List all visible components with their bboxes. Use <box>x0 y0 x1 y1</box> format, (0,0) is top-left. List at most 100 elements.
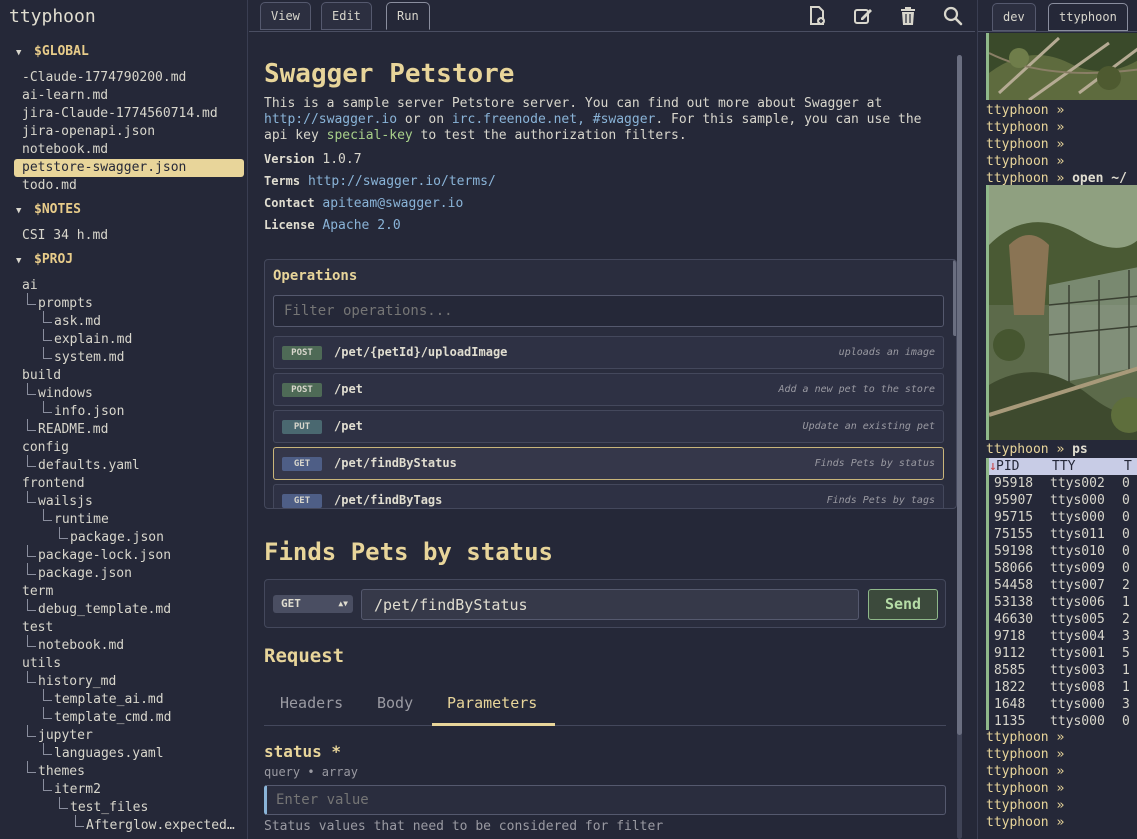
operation-row[interactable]: PUT/pet Update an existing pet <box>273 410 944 443</box>
tree-item[interactable]: package.json <box>38 565 132 583</box>
tab-dev[interactable]: dev <box>992 3 1036 31</box>
main-pane: View Edit Run Swagger Petstore This is a… <box>249 0 975 839</box>
operations-panel: Operations POST/pet/{petId}/uploadImage u… <box>264 259 957 509</box>
param-type: query • array <box>264 765 358 779</box>
terminal-prompt-line: ttyphoon » <box>986 103 1065 118</box>
collapse-triangle-icon[interactable]: ▼ <box>16 43 34 63</box>
tree-connector <box>43 689 52 701</box>
tab-ttyphoon[interactable]: ttyphoon <box>1048 3 1128 31</box>
tree-item[interactable]: package.json <box>70 529 164 547</box>
tree-item[interactable]: notebook.md <box>22 141 108 159</box>
trash-icon[interactable] <box>897 5 919 27</box>
license-row: License Apache 2.0 <box>264 218 401 233</box>
tab-run[interactable]: Run <box>386 2 430 30</box>
tree-item[interactable]: info.json <box>54 403 124 421</box>
operation-path: /pet/{petId}/uploadImage <box>334 345 508 359</box>
irc-link[interactable]: irc.freenode.net, #swagger <box>452 112 656 127</box>
request-tabs: Headers Body Parameters <box>264 688 946 726</box>
tree-connector <box>43 347 52 359</box>
tree-connector <box>43 743 52 755</box>
tree-item[interactable]: CSI 34 h.md <box>22 227 108 245</box>
terminal-prompt-line: ttyphoon » <box>986 730 1065 745</box>
terminal-prompt-line: ttyphoon » ps <box>986 442 1088 457</box>
filter-operations-input[interactable] <box>273 295 944 327</box>
tree-item[interactable]: ask.md <box>54 313 101 331</box>
method-badge: GET <box>282 494 322 508</box>
tree-item[interactable]: template_ai.md <box>54 691 164 709</box>
terminal-image-forest-top <box>986 33 1137 100</box>
tree-connector <box>43 779 52 791</box>
method-select[interactable]: GET ▲▼ <box>273 595 353 613</box>
terminal-prompt-line: ttyphoon » <box>986 798 1065 813</box>
tree-connector <box>75 815 84 827</box>
tree-item[interactable]: Afterglow.expected… <box>86 817 235 835</box>
tree-connector <box>43 509 52 521</box>
tree-connector <box>27 563 36 575</box>
tree-item[interactable]: package-lock.json <box>38 547 171 565</box>
swagger-view: Swagger Petstore This is a sample server… <box>249 33 965 839</box>
tree-item[interactable]: -Claude-1774790200.md <box>22 69 186 87</box>
tree-item[interactable]: jira-Claude-1774560714.md <box>22 105 218 123</box>
request-bar: GET▲▼ Send <box>264 579 946 628</box>
terminal-tabs: dev ttyphoon <box>978 0 1137 32</box>
method-badge: POST <box>282 383 322 397</box>
terminal-image-aviary <box>986 185 1137 440</box>
tree-item[interactable]: jira-openapi.json <box>22 123 155 141</box>
contact-row: Contact apiteam@swagger.io <box>264 196 464 211</box>
terms-link[interactable]: http://swagger.io/terms/ <box>308 174 496 189</box>
operation-summary: uploads an image <box>838 347 935 358</box>
tree-item[interactable]: languages.yaml <box>54 745 164 763</box>
new-file-icon[interactable] <box>806 5 828 27</box>
operation-summary: Update an existing pet <box>802 421 935 432</box>
operation-path: /pet <box>334 382 363 396</box>
tab-edit[interactable]: Edit <box>321 2 372 30</box>
section-proj[interactable]: ▼ $PROJ <box>16 250 73 270</box>
operation-row[interactable]: GET/pet/findByTags Finds Pets by tags <box>273 484 944 508</box>
request-title: Request <box>264 645 345 667</box>
tab-headers[interactable]: Headers <box>280 694 343 712</box>
operation-row[interactable]: GET/pet/findByStatus Finds Pets by status <box>273 447 944 480</box>
tree-item[interactable]: notebook.md <box>38 637 124 655</box>
param-value-input[interactable] <box>264 785 946 815</box>
app-title: ttyphoon <box>9 6 96 27</box>
tree-item[interactable]: explain.md <box>54 331 132 349</box>
url-input[interactable] <box>361 589 859 620</box>
tree-connector <box>43 401 52 413</box>
tree-item[interactable]: todo.md <box>22 177 77 195</box>
tab-parameters[interactable]: Parameters <box>447 694 537 712</box>
section-global[interactable]: ▼ $GLOBAL <box>16 42 89 62</box>
tab-view[interactable]: View <box>260 2 311 30</box>
collapse-triangle-icon[interactable]: ▼ <box>16 201 34 221</box>
send-button[interactable]: Send <box>868 589 938 620</box>
operation-row[interactable]: POST/pet/{petId}/uploadImage uploads an i… <box>273 336 944 369</box>
terminal-pane: dev ttyphoon ttyphoon » ttyphoon » ttyphoo… <box>977 0 1137 839</box>
method-badge: POST <box>282 346 322 360</box>
tree-connector <box>27 671 36 683</box>
section-notes[interactable]: ▼ $NOTES <box>16 200 81 220</box>
terminal-prompt-line: ttyphoon » <box>986 120 1065 135</box>
tree-item[interactable]: ai-learn.md <box>22 87 108 105</box>
tree-connector <box>27 635 36 647</box>
tab-body[interactable]: Body <box>377 694 413 712</box>
edit-icon[interactable] <box>852 5 874 27</box>
tree-connector <box>27 293 36 305</box>
contact-link[interactable]: apiteam@swagger.io <box>322 196 463 211</box>
tree-item[interactable]: template_cmd.md <box>54 709 171 727</box>
search-icon[interactable] <box>942 5 964 27</box>
operation-row[interactable]: POST/pet Add a new pet to the store <box>273 373 944 406</box>
operations-scrollbar[interactable] <box>953 260 956 508</box>
tree-item[interactable]: petstore-swagger.json <box>14 159 244 177</box>
tree-connector <box>43 707 52 719</box>
license-link[interactable]: Apache 2.0 <box>322 218 400 233</box>
swagger-link[interactable]: http://swagger.io <box>264 112 397 127</box>
terminal-output: ttyphoon » ttyphoon » ttyphoon » ttyphoon »… <box>986 33 1137 839</box>
open-command: open ~/ <box>1072 171 1127 186</box>
tree-item[interactable]: README.md <box>38 421 108 439</box>
tree-item[interactable]: defaults.yaml <box>38 457 140 475</box>
terminal-prompt-line: ttyphoon » <box>986 747 1065 762</box>
tree-item[interactable]: system.md <box>54 349 124 367</box>
tree-item[interactable]: debug_template.md <box>38 601 171 619</box>
collapse-triangle-icon[interactable]: ▼ <box>16 251 34 271</box>
terminal-prompt-line: ttyphoon » <box>986 137 1065 152</box>
tree-connector <box>27 599 36 611</box>
